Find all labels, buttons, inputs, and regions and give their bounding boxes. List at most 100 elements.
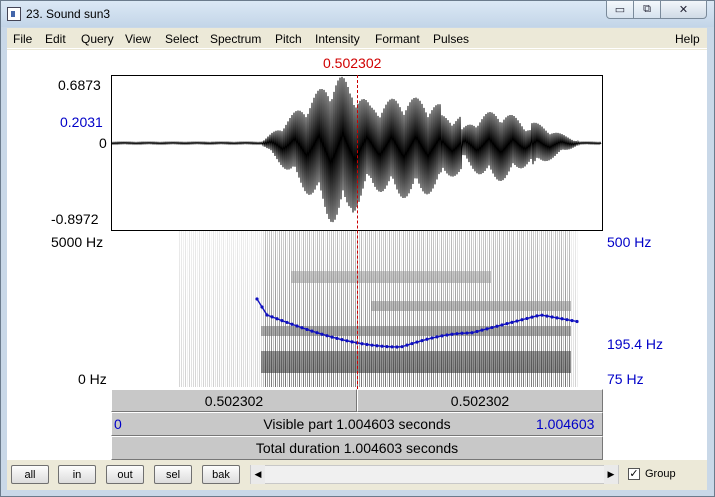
pitch-point [470, 331, 474, 335]
pitch-point [280, 318, 284, 323]
pitch-point [570, 318, 574, 323]
pitch-point [255, 297, 259, 301]
pitch-point [450, 332, 454, 336]
pitch-point [490, 325, 494, 330]
waveform-ymin-label: -0.8972 [51, 211, 99, 227]
pitch-point [405, 343, 409, 347]
menu-pitch[interactable]: Pitch [275, 32, 302, 46]
visible-part-label: Visible part 1.004603 seconds [263, 416, 451, 432]
pitch-point [425, 337, 429, 341]
app-icon [7, 7, 21, 21]
pitch-point [360, 342, 364, 346]
segment-right-button[interactable]: 0.502302 [357, 389, 603, 412]
pitch-point [455, 332, 459, 336]
pitch-point [270, 315, 274, 319]
menu-query[interactable]: Query [81, 32, 114, 46]
spectrogram-freq-min-label: 0 Hz [78, 371, 107, 387]
cursor-line [357, 75, 358, 389]
pitch-point [410, 341, 414, 346]
close-button[interactable]: ✕ [660, 0, 707, 19]
menu-help[interactable]: Help [675, 32, 700, 46]
pitch-point [520, 318, 524, 322]
pitch-point [465, 331, 469, 335]
menu-spectrum[interactable]: Spectrum [210, 32, 261, 46]
pitch-point [485, 327, 489, 331]
pitch-point [435, 335, 439, 339]
pitch-point [510, 320, 514, 324]
visible-part-bar[interactable]: Visible part 1.004603 seconds [111, 412, 603, 436]
pitch-point [300, 326, 304, 330]
pitch-point [480, 328, 484, 332]
visible-start-label: 0 [114, 416, 122, 432]
menu-view[interactable]: View [125, 32, 151, 46]
pitch-point [540, 313, 544, 317]
total-duration-bar[interactable]: Total duration 1.004603 seconds [111, 436, 603, 460]
pitch-point [445, 333, 449, 337]
pitch-point [285, 320, 289, 325]
group-label: Group [645, 468, 676, 480]
pitch-point [380, 344, 384, 348]
window-title: 23. Sound sun3 [26, 7, 111, 21]
pitch-point [400, 345, 404, 349]
waveform-zero-label: 0 [99, 135, 107, 151]
pitch-point [325, 334, 329, 338]
pitch-point [390, 345, 394, 349]
pitch-point [320, 332, 324, 336]
pitch-point [565, 318, 569, 322]
pitch-point [420, 339, 424, 343]
pitch-point [345, 339, 349, 343]
pitch-point [525, 316, 529, 321]
spectrogram-freq-max-label: 5000 Hz [51, 234, 104, 250]
pitch-point [370, 343, 374, 347]
pitch-point [500, 323, 504, 327]
pitch-point [560, 317, 564, 321]
menu-pulses[interactable]: Pulses [433, 32, 469, 46]
pitch-point [545, 314, 549, 318]
zoom-all-button[interactable]: all [11, 465, 49, 484]
pitch-point [375, 344, 379, 348]
pitch-point [550, 315, 554, 319]
pitch-point [350, 340, 354, 344]
zoom-out-button[interactable]: out [106, 465, 144, 484]
pitch-min-label: 75 Hz [607, 371, 644, 387]
pitch-point [460, 331, 464, 335]
pitch-point [495, 324, 499, 328]
pitch-point [275, 317, 279, 321]
pitch-point [575, 319, 579, 324]
minimize-button[interactable]: ▭ [606, 0, 634, 19]
pitch-point [340, 338, 344, 342]
menu-file[interactable]: File [13, 32, 32, 46]
pitch-point [385, 344, 389, 349]
pitch-point [335, 336, 339, 341]
pitch-point [535, 314, 539, 318]
pitch-point [505, 322, 509, 326]
scroll-left-icon[interactable]: ◀ [251, 465, 265, 484]
group-checkbox[interactable]: ✓ [628, 468, 640, 480]
zoom-back-button[interactable]: bak [202, 465, 240, 484]
pitch-value-label: 195.4 Hz [607, 336, 664, 352]
waveform-ymax-label: 0.6873 [58, 77, 101, 93]
menu-bar: File Edit Query View Select Spectrum Pit… [7, 28, 707, 49]
menu-formant[interactable]: Formant [375, 32, 420, 46]
pitch-point [290, 322, 294, 326]
pitch-max-label: 500 Hz [607, 234, 652, 250]
pitch-point [530, 315, 534, 319]
pitch-point [295, 324, 299, 328]
segment-left-button[interactable]: 0.502302 [111, 389, 357, 412]
zoom-in-button[interactable]: in [58, 465, 96, 484]
cursor-time-label: 0.502302 [323, 55, 382, 71]
pitch-point [305, 327, 309, 332]
pitch-point [315, 331, 319, 335]
horizontal-scrollbar[interactable] [250, 465, 619, 484]
pitch-point [555, 316, 559, 320]
pitch-point [365, 342, 369, 347]
menu-edit[interactable]: Edit [45, 32, 66, 46]
scroll-right-icon[interactable]: ▶ [604, 465, 618, 484]
maximize-button[interactable]: ⧉ [633, 0, 661, 19]
menu-intensity[interactable]: Intensity [315, 32, 360, 46]
menu-select[interactable]: Select [165, 32, 198, 46]
pitch-point [415, 340, 419, 344]
zoom-sel-button[interactable]: sel [154, 465, 192, 484]
pitch-point [475, 329, 479, 334]
pitch-point [310, 329, 314, 333]
